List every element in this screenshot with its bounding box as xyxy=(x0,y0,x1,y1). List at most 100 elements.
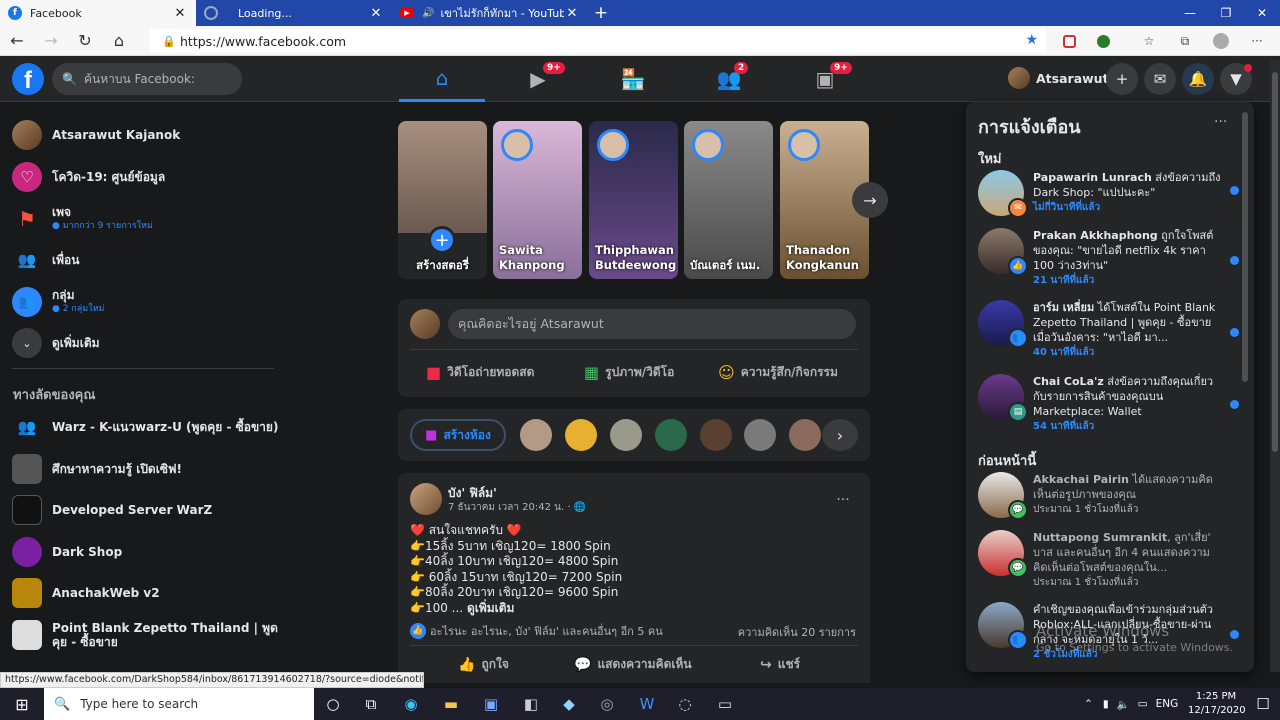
nav-groups[interactable]: 👥 2 xyxy=(686,56,772,102)
see-more-link[interactable]: ดูเพิ่มเติม xyxy=(467,601,515,615)
stories-next-button[interactable]: → xyxy=(852,182,888,218)
page-scrollbar[interactable] xyxy=(1270,60,1280,672)
rooms-next-button[interactable]: › xyxy=(822,419,858,451)
notification-item[interactable]: 👍 Prakan Akkhaphong ถูกใจโพสต์ของคุณ: "ข… xyxy=(978,228,1248,290)
share-button[interactable]: ↪ แชร์ xyxy=(760,655,800,674)
browser-menu-icon[interactable]: ··· xyxy=(1248,33,1266,49)
tab-close-icon[interactable]: ✕ xyxy=(368,6,384,21)
extension-green-icon[interactable] xyxy=(1094,33,1112,49)
notification-item[interactable]: ▤ Chai CoLa'z ส่งข้อความถึงคุณเกี่ยวกับร… xyxy=(978,374,1248,436)
restore-button[interactable]: ❐ xyxy=(1208,0,1244,26)
speaker-icon[interactable]: 🔈 xyxy=(1117,698,1130,711)
language-indicator[interactable]: ENG xyxy=(1156,698,1179,710)
word-icon[interactable]: W xyxy=(628,688,666,720)
favorite-star-icon[interactable]: ★ xyxy=(1025,32,1038,48)
tab-close-icon[interactable]: ✕ xyxy=(172,6,188,21)
sidebar-item-friends[interactable]: 👥 เพื่อน xyxy=(12,241,282,279)
terminal-icon[interactable]: ▭ xyxy=(706,688,744,720)
app-icon[interactable]: ▣ xyxy=(472,688,510,720)
comments-count[interactable]: ความคิดเห็น 20 รายการ xyxy=(738,623,856,641)
create-room-button[interactable]: ■ สร้างห้อง xyxy=(410,419,506,451)
action-center-icon[interactable]: ☐ xyxy=(1244,688,1280,720)
tab-youtube[interactable]: ▶ 🔊 เขาไม่รักก็ทักมา - YouTube ✕ xyxy=(392,0,588,26)
avatar[interactable] xyxy=(410,483,442,515)
live-video-button[interactable]: ■ วิดีโอถ่ายทอดสด xyxy=(426,361,534,383)
refresh-button[interactable]: ↻ xyxy=(68,26,102,56)
new-tab-button[interactable]: + xyxy=(588,0,614,26)
task-view-icon[interactable]: ⧉ xyxy=(352,688,390,720)
notifications-scrollbar[interactable] xyxy=(1242,112,1248,382)
tray-chevron-up-icon[interactable]: ⌃ xyxy=(1084,698,1093,710)
app-icon[interactable]: ◌ xyxy=(666,688,704,720)
composer-input[interactable]: คุณคิดอะไรอยู่ Atsarawut xyxy=(448,309,856,339)
scrollbar-thumb[interactable] xyxy=(1272,72,1278,452)
tab-close-icon[interactable]: ✕ xyxy=(564,6,580,21)
facebook-logo-icon[interactable]: f xyxy=(12,63,44,95)
story-card[interactable]: Sawita Khanpong xyxy=(493,121,582,279)
notification-item[interactable]: 💬 Akkachai Pairin ได้แสดงความคิดเห็นต่อร… xyxy=(978,472,1248,534)
battery-icon[interactable]: ▭ xyxy=(1138,698,1148,710)
sidebar-item-see-more[interactable]: ⌄ ดูเพิ่มเติม xyxy=(12,324,282,362)
feeling-activity-button[interactable]: ☺ ความรู้สึก/กิจกรรม xyxy=(718,361,838,383)
tab-loading[interactable]: Loading... ✕ xyxy=(196,0,392,26)
app-icon[interactable]: ◆ xyxy=(550,688,588,720)
taskbar-clock[interactable]: 1:25 PM 12/17/2020 xyxy=(1188,690,1246,718)
app-icon[interactable]: ◧ xyxy=(512,688,550,720)
shortcut-item[interactable]: ศึกษาหาความรู้ เปิดเซิฟ! xyxy=(12,450,282,488)
story-card[interactable]: Thipphawan Butdeewong xyxy=(589,121,678,279)
avatar[interactable] xyxy=(610,419,642,451)
like-button[interactable]: 👍 ถูกใจ xyxy=(458,655,509,674)
sidebar-item-groups[interactable]: 👥 กลุ่ม ● 2 กลุ่มใหม่ xyxy=(12,283,282,321)
nav-gaming[interactable]: ▣ 9+ xyxy=(782,56,868,102)
avatar[interactable] xyxy=(565,419,597,451)
shortcut-item[interactable]: Point Blank Zepetto Thailand | พูดคุย - … xyxy=(12,616,282,654)
messenger-button[interactable]: ✉ xyxy=(1144,63,1176,95)
home-button[interactable]: ⌂ xyxy=(102,26,136,56)
audio-playing-icon[interactable]: 🔊 xyxy=(422,8,434,19)
comment-button[interactable]: 💬 แสดงความคิดเห็น xyxy=(574,655,692,674)
sidebar-item-pages[interactable]: ⚑ เพจ ● มากกว่า 9 รายการใหม่ xyxy=(12,200,282,238)
sidebar-item-covid[interactable]: ♡ โควิด-19: ศูนย์ข้อมูล xyxy=(12,158,282,196)
notifications-button[interactable]: 🔔 xyxy=(1182,63,1214,95)
avatar[interactable] xyxy=(789,419,821,451)
favorites-icon[interactable]: ☆ xyxy=(1140,33,1158,49)
url-bar[interactable]: 🔒 https://www.facebook.com ★ xyxy=(150,29,1046,53)
post-timestamp[interactable]: 7 ธันวาคม เวลา 20:42 น. · 🌐 xyxy=(448,500,586,515)
minimize-button[interactable]: — xyxy=(1172,0,1208,26)
cortana-icon[interactable]: ○ xyxy=(314,688,352,720)
notifications-more-icon[interactable]: ··· xyxy=(1214,114,1227,130)
collections-icon[interactable]: ⧉ xyxy=(1176,33,1194,49)
notification-item[interactable]: 👥 อาร์ม เหลี่ยม ได้โพสต์ใน Point Blank Z… xyxy=(978,300,1248,362)
avatar[interactable] xyxy=(520,419,552,451)
shortcut-item[interactable]: 👥 Warz - K-แนวwarz-U (พูดคุย - ซื้อขาย) xyxy=(12,408,282,446)
avatar[interactable] xyxy=(655,419,687,451)
nav-home[interactable]: ⌂ xyxy=(399,56,485,102)
post-reactions[interactable]: 👍 อะไรนะ อะไรนะ, บัง' ฟิล์ม' และคนอื่นๆ … xyxy=(410,622,663,640)
shortcut-item[interactable]: AnachakWeb v2 xyxy=(12,574,282,612)
create-button[interactable]: + xyxy=(1106,63,1138,95)
taskbar-search-input[interactable]: 🔍 Type here to search xyxy=(44,688,314,720)
photo-video-button[interactable]: ▦ รูปภาพ/วิดีโอ xyxy=(584,361,674,383)
extension-red-icon[interactable] xyxy=(1060,33,1078,49)
back-button[interactable]: ← xyxy=(0,26,34,56)
story-card[interactable]: บัณเตอร์ เนม. xyxy=(684,121,773,279)
shortcut-item[interactable]: Developed Server WarZ xyxy=(12,491,282,529)
avatar[interactable] xyxy=(744,419,776,451)
create-story-card[interactable]: + สร้างสตอรี่ xyxy=(398,121,487,279)
close-window-button[interactable]: ✕ xyxy=(1244,0,1280,26)
notification-item[interactable]: ✉ Papawarin Lunrach ส่งข้อความถึง Dark S… xyxy=(978,170,1248,232)
file-explorer-icon[interactable]: ▬ xyxy=(432,688,470,720)
post-more-icon[interactable]: ··· xyxy=(828,485,858,515)
windows-start-icon[interactable]: ⊞ xyxy=(0,688,44,720)
network-icon[interactable]: ▮ xyxy=(1103,698,1109,710)
browser-profile-icon[interactable] xyxy=(1212,33,1230,49)
sidebar-item-profile[interactable]: Atsarawut Kajanok xyxy=(12,116,282,154)
edge-browser-icon[interactable]: ◉ xyxy=(392,688,430,720)
nav-marketplace[interactable]: 🏪 xyxy=(590,56,676,102)
nav-watch[interactable]: ▶ 9+ xyxy=(495,56,581,102)
header-profile[interactable]: Atsarawut xyxy=(1008,67,1109,89)
forward-button[interactable]: → xyxy=(34,26,68,56)
tab-facebook[interactable]: f Facebook ✕ xyxy=(0,0,196,26)
app-icon[interactable]: ◎ xyxy=(588,688,626,720)
notification-item[interactable]: 💬 Nuttapong Sumrankit, ลูก'เสี่ย' บาส แล… xyxy=(978,530,1248,592)
